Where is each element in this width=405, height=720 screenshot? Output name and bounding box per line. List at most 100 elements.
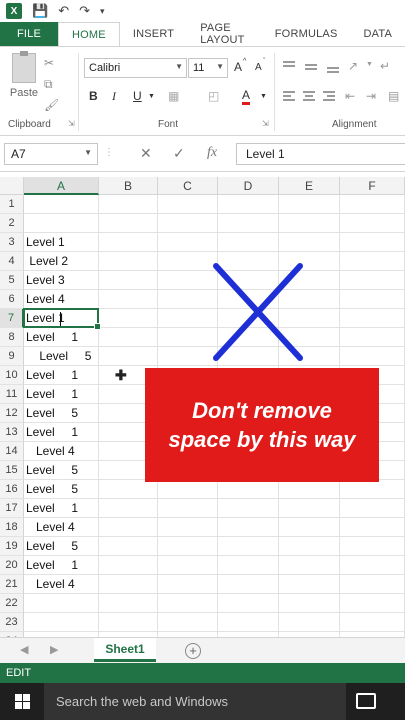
row-header[interactable]: 18 [0, 518, 24, 537]
shrink-font-button[interactable]: A [255, 62, 262, 73]
row-header[interactable]: 7 [0, 309, 24, 328]
row-header[interactable]: 15 [0, 461, 24, 480]
italic-button[interactable]: I [112, 89, 116, 104]
status-mode: EDIT [6, 667, 32, 679]
cell-a6[interactable]: Level 4 [26, 290, 65, 309]
cell-a8[interactable]: Level 1 [26, 328, 78, 347]
fill-color-icon[interactable]: ◰ [208, 89, 219, 103]
cell-a13[interactable]: Level 1 [26, 423, 78, 442]
font-color-button[interactable]: A [242, 89, 251, 105]
name-box[interactable]: A7 ▼ [4, 143, 98, 165]
cell-a19[interactable]: Level 5 [26, 537, 78, 556]
formula-input[interactable]: Level 1 [236, 143, 405, 165]
tab-home[interactable]: HOME [58, 22, 120, 46]
clipboard-launcher-icon[interactable]: ⇲ [68, 119, 75, 128]
row-header[interactable]: 13 [0, 423, 24, 442]
customize-icon[interactable]: ▾ [100, 6, 105, 17]
row-header[interactable]: 4 [0, 252, 24, 271]
scroll-right-icon[interactable]: ▶ [50, 643, 58, 656]
cell-a11[interactable]: Level 1 [26, 385, 78, 404]
undo-icon[interactable]: ↶ [58, 3, 69, 19]
add-sheet-button[interactable]: + [185, 643, 201, 659]
row-gridline [24, 213, 405, 214]
format-painter-icon[interactable]: 🖌 [44, 95, 59, 116]
clipboard-icon [12, 51, 36, 83]
cut-icon[interactable]: ✂ [44, 53, 59, 74]
row-header[interactable]: 12 [0, 404, 24, 423]
row-header[interactable]: 8 [0, 328, 24, 347]
scroll-left-icon[interactable]: ◀ [20, 643, 28, 656]
font-group-label: Font [158, 119, 179, 130]
column-header-e[interactable]: E [279, 177, 340, 195]
cell-a17[interactable]: Level 1 [26, 499, 78, 518]
cell-a10[interactable]: Level 1 [26, 366, 78, 385]
cell-a20[interactable]: Level 1 [26, 556, 78, 575]
paste-button[interactable]: Paste [8, 51, 40, 113]
cell-a5[interactable]: Level 3 [26, 271, 65, 290]
column-header-b[interactable]: B [99, 177, 158, 195]
row-header[interactable]: 10 [0, 366, 24, 385]
font-launcher-icon[interactable]: ⇲ [262, 119, 269, 128]
tab-file[interactable]: FILE [0, 22, 59, 46]
cell-a18[interactable]: Level 4 [26, 518, 75, 537]
decrease-indent-icon[interactable]: ⇤ [345, 89, 355, 103]
column-header-f[interactable]: F [340, 177, 405, 195]
cell-a16[interactable]: Level 5 [26, 480, 78, 499]
row-header[interactable]: 21 [0, 575, 24, 594]
column-header-d[interactable]: D [218, 177, 279, 195]
merge-center-icon[interactable]: ▤ [388, 89, 399, 103]
cell-a12[interactable]: Level 5 [26, 404, 78, 423]
row-header[interactable]: 3 [0, 233, 24, 252]
row-header[interactable]: 5 [0, 271, 24, 290]
insert-function-icon[interactable]: fx [207, 145, 217, 161]
redo-icon[interactable]: ↷ [79, 3, 90, 19]
row-header[interactable]: 6 [0, 290, 24, 309]
cell-a14[interactable]: Level 4 [26, 442, 75, 461]
select-all-corner[interactable] [0, 177, 24, 195]
row-header[interactable]: 23 [0, 613, 24, 632]
chevron-down-icon: ▼ [216, 62, 224, 71]
column-header-a[interactable]: A [24, 177, 99, 195]
font-name-select[interactable]: Calibri ▼ [84, 58, 187, 78]
row-header[interactable]: 17 [0, 499, 24, 518]
quick-access-toolbar: X 💾 ↶ ↷ ▾ [0, 0, 405, 22]
row-header[interactable]: 11 [0, 385, 24, 404]
column-header-c[interactable]: C [158, 177, 218, 195]
underline-button[interactable]: U [133, 89, 142, 103]
tab-formulas[interactable]: FORMULAS [262, 22, 351, 46]
tab-data[interactable]: DATA [350, 22, 405, 46]
row-header[interactable]: 16 [0, 480, 24, 499]
row-header[interactable]: 9 [0, 347, 24, 366]
task-view-icon[interactable] [356, 693, 376, 709]
row-header[interactable]: 2 [0, 214, 24, 233]
increase-indent-icon[interactable]: ⇥ [366, 89, 376, 103]
cell-a3[interactable]: Level 1 [26, 233, 65, 252]
row-header[interactable]: 19 [0, 537, 24, 556]
copy-icon[interactable]: ⧉ [44, 74, 59, 95]
tab-page-layout[interactable]: PAGE LAYOUT [187, 22, 262, 46]
enter-icon[interactable]: ✓ [173, 145, 185, 162]
cell-a15[interactable]: Level 5 [26, 461, 78, 480]
row-header[interactable]: 20 [0, 556, 24, 575]
row-header[interactable]: 14 [0, 442, 24, 461]
row-header[interactable]: 1 [0, 195, 24, 214]
grow-font-button[interactable]: A [234, 60, 242, 74]
start-button[interactable] [0, 683, 44, 720]
ribbon-tabs: FILE HOME INSERT PAGE LAYOUT FORMULAS DA… [0, 22, 405, 46]
cell-a21[interactable]: Level 4 [26, 575, 75, 594]
tab-insert[interactable]: INSERT [120, 22, 187, 46]
taskbar-search[interactable]: Search the web and Windows [44, 683, 346, 720]
font-size-select[interactable]: 11 ▼ [188, 58, 228, 78]
orientation-icon[interactable]: ↗ [348, 59, 358, 73]
wrap-text-icon[interactable]: ↵ [380, 59, 390, 73]
bold-button[interactable]: B [89, 89, 98, 103]
cell-a4[interactable]: Level 2 [26, 252, 68, 271]
cell-a9[interactable]: Level 5 [26, 347, 91, 366]
cancel-icon[interactable]: ✕ [140, 145, 152, 162]
row-header[interactable]: 22 [0, 594, 24, 613]
save-icon[interactable]: 💾 [32, 3, 48, 19]
active-cell-outline[interactable] [23, 308, 101, 330]
borders-icon[interactable]: ▦ [168, 89, 179, 103]
caret-up-icon: ^ [243, 58, 247, 65]
sheet-tab-sheet1[interactable]: Sheet1 [94, 638, 156, 662]
